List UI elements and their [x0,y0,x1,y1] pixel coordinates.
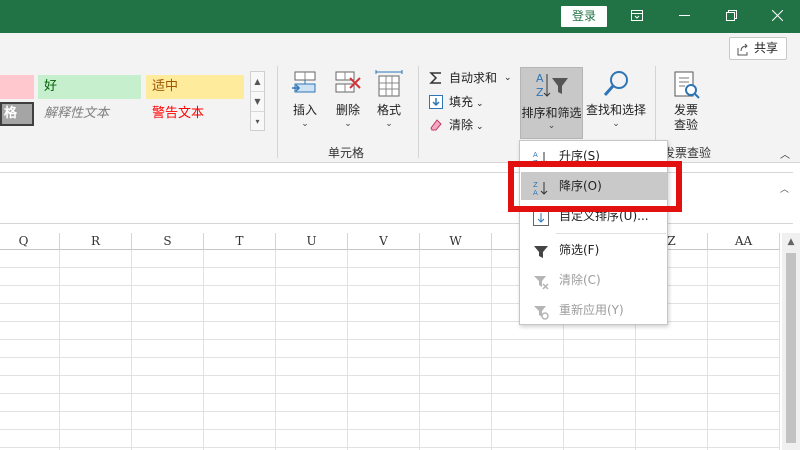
group-separator [277,66,278,158]
style-bad-partial[interactable] [0,75,34,99]
find-select-label: 查找和选择 [585,103,646,117]
close-icon [771,9,783,22]
menu-item-label: 清除(C) [559,273,601,287]
format-button[interactable]: 格式 ⌄ [371,70,407,130]
sort-filter-label: 排序和筛选 [521,106,582,120]
style-explanatory[interactable]: 解释性文本 [38,102,141,126]
fill-button[interactable]: 填充 ⌄ [429,92,484,113]
minimize-icon [678,15,690,16]
sigma-icon [429,71,443,92]
highlight-box [508,161,682,212]
column-header[interactable]: AA [708,233,780,250]
share-icon [736,42,749,63]
column-header[interactable]: W [420,233,492,250]
ribbon-display-options-button[interactable] [614,0,660,33]
group-separator [418,66,419,158]
ribbon-display-icon [631,10,643,21]
gallery-more-button[interactable]: ▾ [251,112,264,132]
cell-styles-gallery: 好 适中 格 解释性文本 警告文本 [0,71,264,131]
insert-label: 插入 [292,103,317,117]
menu-item-reapply[interactable]: 重新应用(Y) [521,296,667,324]
column-header[interactable]: R [60,233,132,250]
delete-cells-icon [335,71,361,93]
eraser-icon [429,118,443,139]
delete-label: 删除 [335,103,360,117]
menu-item-clear-filter[interactable]: 清除(C) [521,266,667,294]
scroll-thumb[interactable] [786,253,796,443]
restore-icon [725,10,737,21]
format-cells-icon [375,70,403,97]
title-bar: 登录 [0,0,800,33]
style-check-cell[interactable]: 格 [0,102,34,126]
chevron-down-icon: ⌄ [301,119,309,129]
fill-down-icon [429,95,443,116]
gallery-up-button[interactable]: ▲ [251,72,264,92]
sort-filter-icon: A Z [536,72,568,99]
share-label: 共享 [754,41,779,55]
insert-cells-icon [292,71,316,93]
chevron-down-icon: ⌄ [547,121,556,131]
format-label: 格式 [376,103,401,117]
delete-button[interactable]: 删除 ⌄ [329,70,367,130]
style-warning[interactable]: 警告文本 [146,102,244,126]
fill-label: 填充 [449,95,474,109]
gallery-down-button[interactable]: ▼ [251,92,264,112]
vertical-scrollbar[interactable]: ▲ [782,233,800,450]
menu-item-label: 重新应用(Y) [559,303,624,317]
svg-text:Z: Z [536,86,544,99]
column-header[interactable]: S [132,233,204,250]
menu-item-filter[interactable]: 筛选(F) [521,236,667,264]
find-select-button[interactable]: 查找和选择 ⌄ [585,70,647,130]
custom-sort-icon [533,208,549,236]
chevron-down-icon: ⌄ [344,119,352,129]
column-header[interactable]: V [348,233,420,250]
magnifier-icon [603,71,628,96]
svg-text:A: A [536,72,544,85]
minimize-button[interactable] [661,0,707,33]
share-button[interactable]: 共享 [729,37,787,60]
invoice-group-label: 发票查验 [663,146,712,160]
autosum-label: 自动求和 [449,71,498,85]
svg-text:A: A [533,151,538,159]
column-header[interactable]: Q [0,233,60,250]
column-header[interactable]: U [276,233,348,250]
menu-separator [556,233,666,234]
chevron-down-icon: ⌄ [385,119,393,129]
autosum-dropdown[interactable]: ⌄ [500,68,512,89]
scroll-up-icon[interactable]: ▲ [782,237,800,247]
chevron-up-icon[interactable]: ︿ [780,182,789,195]
invoice-check-button[interactable]: 发票查验 [665,70,707,133]
sort-filter-button[interactable]: A Z 排序和筛选 ⌄ [520,67,583,139]
gallery-scroller: ▲ ▼ ▾ [250,71,265,131]
menu-item-label: 筛选(F) [559,243,600,257]
collapse-ribbon-button[interactable]: ︿ [780,146,790,161]
chevron-down-icon: ⌄ [612,119,620,129]
column-header[interactable]: T [204,233,276,250]
cells-group-label: 单元格 [328,146,365,160]
invoice-check-icon [674,71,700,99]
clear-button[interactable]: 清除 ⌄ [429,115,484,136]
clear-label: 清除 [449,118,474,132]
invoice-check-label: 发票查验 [673,103,698,132]
style-neutral[interactable]: 适中 [146,75,244,99]
insert-button[interactable]: 插入 ⌄ [286,70,324,130]
login-button[interactable]: 登录 [561,6,607,27]
reapply-filter-icon [533,302,549,330]
close-button[interactable] [754,0,800,33]
autosum-button[interactable]: 自动求和 [429,68,497,89]
restore-button[interactable] [708,0,754,33]
style-good[interactable]: 好 [38,75,141,99]
